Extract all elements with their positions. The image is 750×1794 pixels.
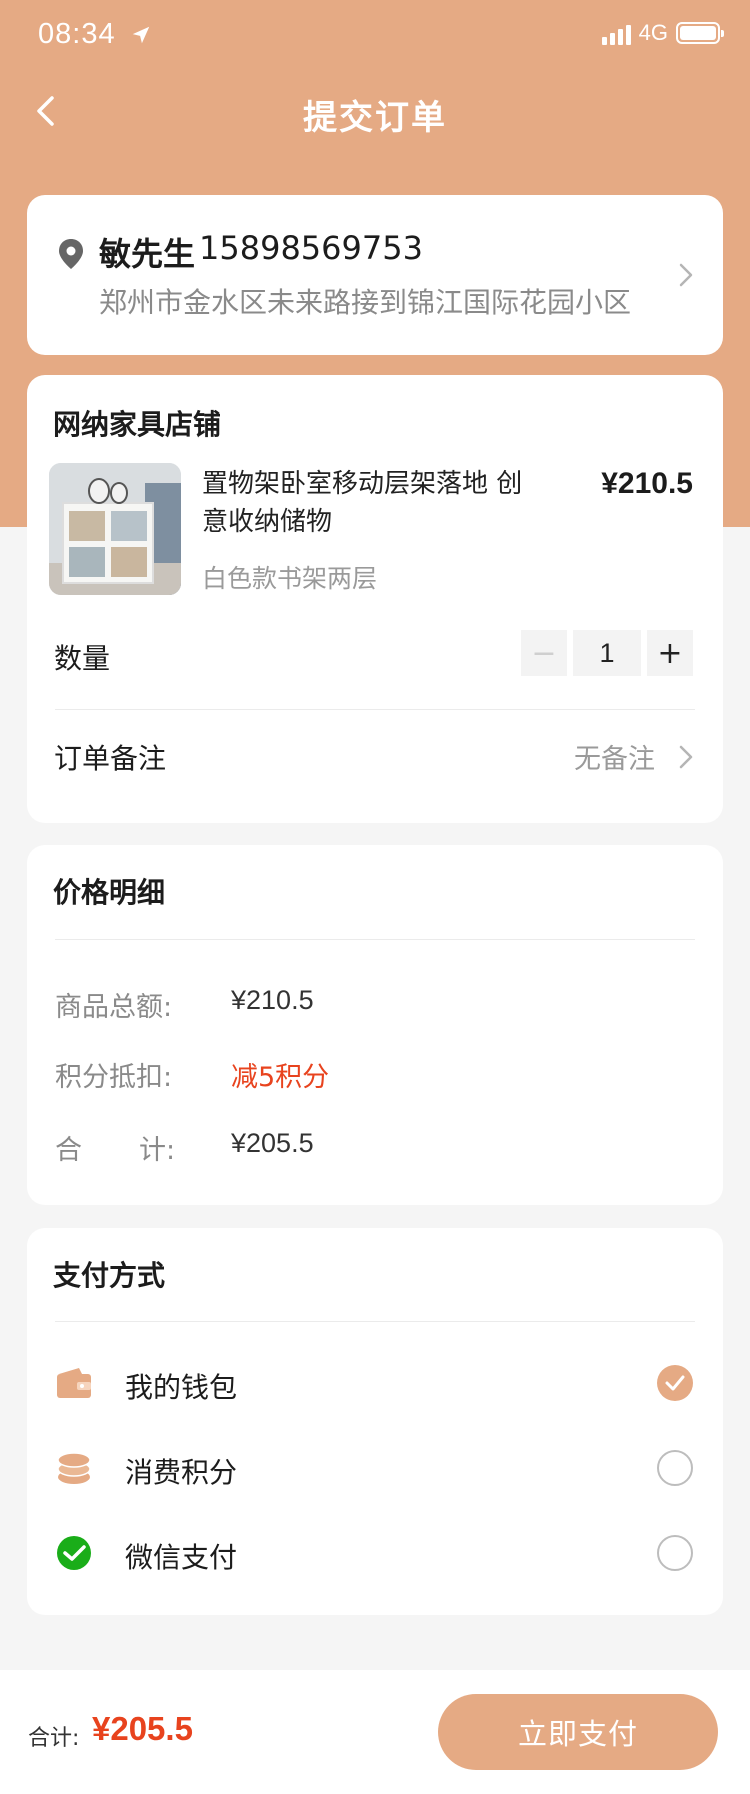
footer-total-value: ¥205.5 [92, 1710, 193, 1747]
payment-option-wallet[interactable]: 我的钱包 [27, 1348, 723, 1418]
submit-pay-button[interactable]: 立即支付 [438, 1694, 718, 1770]
radio-unchecked[interactable] [657, 1535, 693, 1571]
payment-option-points[interactable]: 消费积分 [27, 1433, 723, 1503]
wallet-icon [57, 1368, 91, 1398]
remark-value: 无备注 [574, 744, 655, 775]
decrease-button[interactable]: − [521, 630, 567, 676]
total-value: ¥205.5 [231, 1128, 314, 1158]
total-label-part2: 计: [139, 1135, 176, 1166]
radio-unchecked[interactable] [657, 1450, 693, 1486]
divider [55, 709, 695, 710]
location-arrow-icon [132, 26, 150, 44]
price-detail-title: 价格明细 [53, 876, 166, 909]
divider [55, 939, 695, 940]
shelf-image [49, 463, 181, 595]
total-label-part1: 合 [55, 1135, 82, 1166]
coins-icon [57, 1452, 91, 1484]
status-indicators: 4G [601, 20, 724, 46]
receiver-phone: 15898569753 [199, 229, 423, 267]
bottom-bar: 合计: ¥205.5 立即支付 [0, 1670, 750, 1794]
check-icon [665, 1375, 685, 1391]
network-type: 4G [638, 20, 668, 45]
receiver-address: 郑州市金水区未来路接到锦江国际花园小区 [99, 286, 632, 319]
goods-total-value: ¥210.5 [231, 985, 314, 1015]
product-spec: 白色款书架两层 [202, 564, 378, 593]
chevron-right-icon [679, 263, 693, 287]
radio-checked[interactable] [657, 1365, 693, 1401]
signal-icon [601, 21, 631, 45]
product-price: ¥210.5 [601, 467, 693, 500]
status-bar: 08:34 4G [0, 0, 750, 72]
address-card[interactable]: 敏先生 15898569753 郑州市金水区未来路接到锦江国际花园小区 [27, 195, 723, 355]
divider [55, 1321, 695, 1322]
status-time: 08:34 [38, 18, 116, 50]
wechat-icon [57, 1536, 91, 1570]
points-deduction-value: 减5积分 [231, 1062, 330, 1093]
payment-option-label: 我的钱包 [125, 1371, 238, 1404]
product-thumbnail[interactable] [49, 463, 181, 595]
page-title: 提交订单 [303, 98, 447, 138]
payment-option-wechat[interactable]: 微信支付 [27, 1518, 723, 1588]
battery-icon [676, 22, 724, 44]
nav-bar: 提交订单 [0, 72, 750, 152]
payment-method-title: 支付方式 [53, 1259, 166, 1292]
shop-name: 网纳家具店铺 [53, 408, 222, 441]
location-pin-icon [59, 239, 83, 269]
goods-total-label: 商品总额: [55, 992, 173, 1023]
payment-option-label: 微信支付 [125, 1541, 238, 1574]
increase-button[interactable]: + [647, 630, 693, 676]
quantity-stepper: − 1 + [521, 630, 693, 676]
payment-method-card: 支付方式 我的钱包 消费积分 微信支付 [27, 1228, 723, 1615]
quantity-label: 数量 [54, 642, 111, 675]
order-remark-row[interactable]: 订单备注 无备注 [27, 725, 723, 795]
order-card: 网纳家具店铺 置物架卧室移动层架落地 创意收纳储物 白色款书架两层 ¥210.5… [27, 375, 723, 823]
quantity-value[interactable]: 1 [573, 630, 641, 676]
chevron-right-icon [679, 745, 693, 769]
price-detail-card: 价格明细 商品总额: ¥210.5 积分抵扣: 减5积分 合 计: ¥205.5 [27, 845, 723, 1205]
product-title[interactable]: 置物架卧室移动层架落地 创意收纳储物 [202, 465, 542, 541]
receiver-name: 敏先生 [99, 235, 196, 273]
footer-total-label: 合计: [28, 1726, 80, 1751]
payment-option-label: 消费积分 [125, 1456, 238, 1489]
points-deduction-label: 积分抵扣: [55, 1062, 173, 1093]
remark-label: 订单备注 [54, 742, 167, 775]
